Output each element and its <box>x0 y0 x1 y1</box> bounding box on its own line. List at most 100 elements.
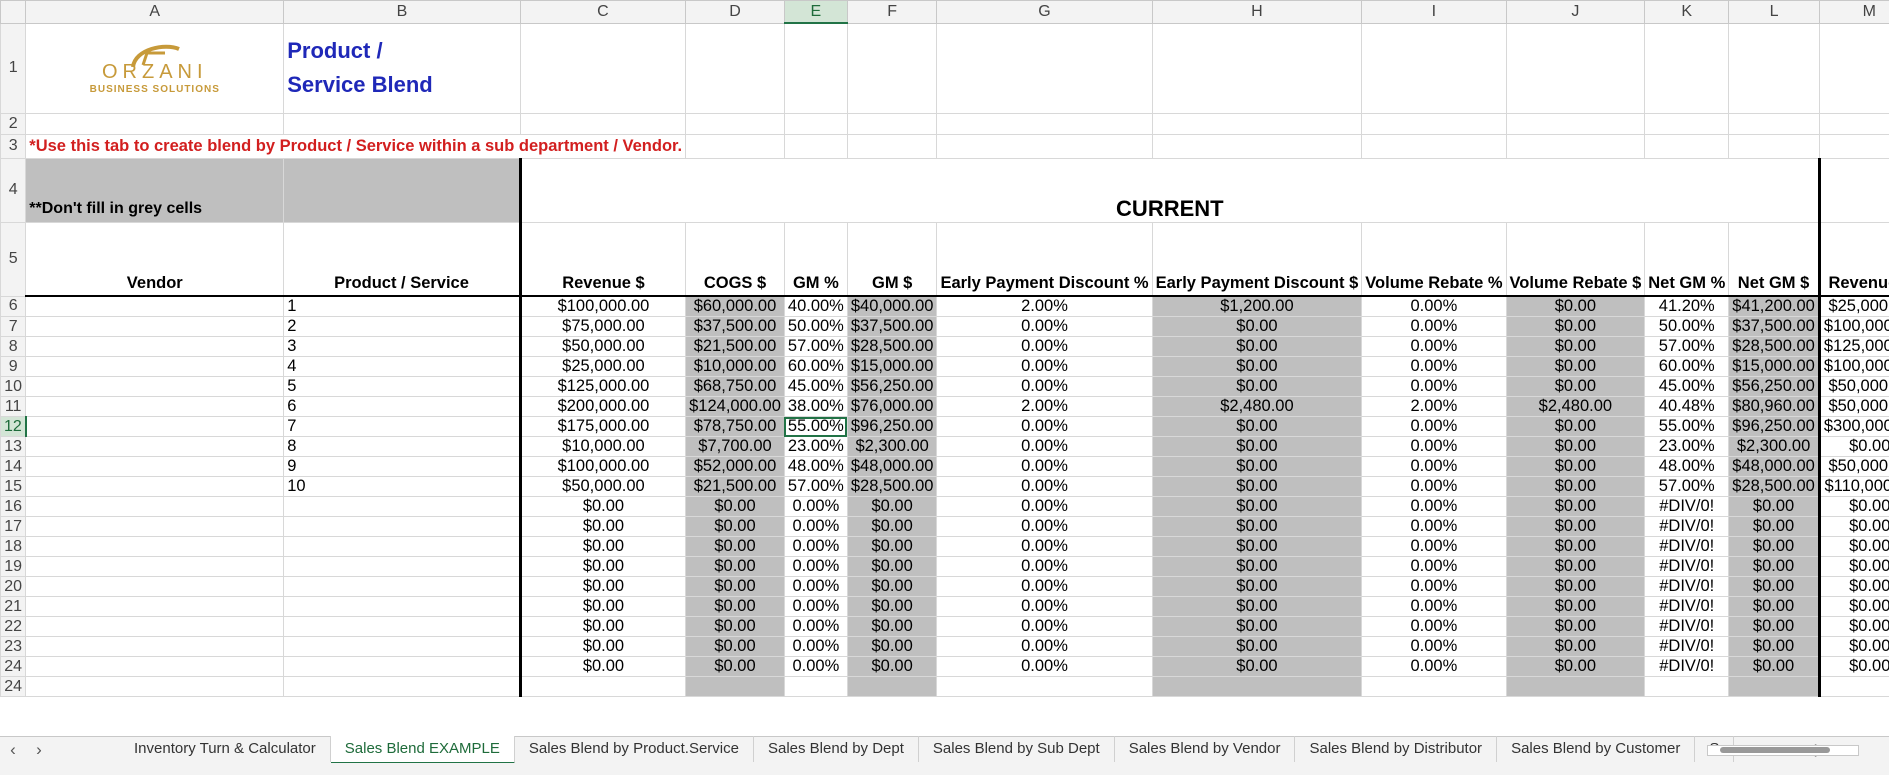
cell-j[interactable]: $0.00 <box>1505 476 1646 497</box>
cell-d[interactable]: $0.00 <box>685 656 785 677</box>
cell-a[interactable] <box>25 336 285 357</box>
next-sheet-icon[interactable]: › <box>26 740 52 760</box>
cell-e[interactable]: 0.00% <box>783 556 848 577</box>
cell-c[interactable]: $0.00 <box>518 656 687 677</box>
cell-i[interactable]: 2.00% <box>1361 396 1507 417</box>
cell-c[interactable]: $100,000.00 <box>518 295 687 317</box>
cell-c[interactable]: $0.00 <box>518 496 687 517</box>
cell[interactable] <box>519 112 687 135</box>
cell-c[interactable]: $0.00 <box>518 556 687 577</box>
cell-c[interactable]: $0.00 <box>518 576 687 597</box>
column-header-i[interactable]: I <box>1361 0 1507 24</box>
cell[interactable] <box>1151 676 1363 697</box>
cell-b[interactable]: 5 <box>283 376 521 397</box>
cell-f[interactable]: $2,300.00 <box>846 436 938 457</box>
cell-d[interactable]: $124,000.00 <box>685 396 785 417</box>
cell[interactable] <box>1151 22 1363 114</box>
cell-b[interactable] <box>283 596 521 617</box>
cell-e[interactable]: 45.00% <box>783 376 848 397</box>
cell-i[interactable]: 0.00% <box>1361 316 1507 337</box>
sheet-tab[interactable]: Sales Blend by Dept <box>754 736 919 762</box>
cell[interactable] <box>1361 133 1507 159</box>
cell[interactable] <box>1818 22 1889 114</box>
cell-f[interactable]: $0.00 <box>846 616 938 637</box>
cell[interactable] <box>1728 112 1820 135</box>
cell[interactable] <box>936 22 1153 114</box>
cell-a[interactable] <box>25 376 285 397</box>
cell-table[interactable]: ABCDEFGHIJKLMNOPQ 1FORZANIBUSINESS SOLUT… <box>0 0 1889 697</box>
cell-b[interactable]: 1 <box>283 295 521 317</box>
cell-h[interactable]: $0.00 <box>1151 456 1363 477</box>
cell-i[interactable]: 0.00% <box>1361 456 1507 477</box>
cell[interactable] <box>25 112 285 135</box>
cell-l[interactable]: $0.00 <box>1728 656 1820 677</box>
cell-c[interactable]: $75,000.00 <box>518 316 687 337</box>
cell[interactable] <box>1728 676 1820 697</box>
cell-c[interactable]: $200,000.00 <box>518 396 687 417</box>
cell[interactable] <box>783 112 848 135</box>
cell-i[interactable]: 0.00% <box>1361 536 1507 557</box>
cell-i[interactable]: 0.00% <box>1361 356 1507 377</box>
cell[interactable] <box>283 676 521 697</box>
cell-e[interactable]: 0.00% <box>783 576 848 597</box>
cell-b[interactable] <box>283 576 521 597</box>
cell-l[interactable]: $80,960.00 <box>1728 396 1820 417</box>
cell[interactable] <box>1151 133 1363 159</box>
cell-b[interactable] <box>283 516 521 537</box>
cell-j[interactable]: $0.00 <box>1505 436 1646 457</box>
cell-j[interactable]: $0.00 <box>1505 536 1646 557</box>
cell-i[interactable]: 0.00% <box>1361 376 1507 397</box>
cell-d[interactable]: $0.00 <box>685 636 785 657</box>
cell-a[interactable] <box>25 356 285 377</box>
cell-h[interactable]: $0.00 <box>1151 556 1363 577</box>
cell-g[interactable]: 0.00% <box>936 316 1153 337</box>
cell-e[interactable]: 23.00% <box>783 436 848 457</box>
cell-h[interactable]: $0.00 <box>1151 336 1363 357</box>
cell-m[interactable]: $50,000.00 <box>1817 396 1889 417</box>
cell-c[interactable]: $0.00 <box>518 596 687 617</box>
cell-d[interactable]: $0.00 <box>685 596 785 617</box>
prev-sheet-icon[interactable]: ‹ <box>0 740 26 760</box>
cell[interactable] <box>283 157 521 223</box>
cell-f[interactable]: $0.00 <box>846 656 938 677</box>
cell-m[interactable]: $125,000.00 <box>1817 336 1889 357</box>
cell-g[interactable]: 0.00% <box>936 596 1153 617</box>
row-header[interactable]: 14 <box>0 456 27 477</box>
cell-j[interactable]: $0.00 <box>1505 656 1646 677</box>
cell-b[interactable]: 2 <box>283 316 521 337</box>
cell-l[interactable]: $37,500.00 <box>1728 316 1820 337</box>
cell-b[interactable]: 8 <box>283 436 521 457</box>
cell-g[interactable]: 0.00% <box>936 416 1153 437</box>
cell-d[interactable]: $78,750.00 <box>685 416 785 437</box>
cell-g[interactable]: 0.00% <box>936 556 1153 577</box>
cell-f[interactable]: $0.00 <box>846 516 938 537</box>
row-header[interactable]: 5 <box>0 221 27 297</box>
cell[interactable] <box>1505 22 1646 114</box>
cell-k[interactable]: #DIV/0! <box>1644 616 1730 637</box>
cell[interactable] <box>1361 676 1507 697</box>
cell-g[interactable]: 0.00% <box>936 356 1153 377</box>
cell-i[interactable]: 0.00% <box>1361 436 1507 457</box>
cell-f[interactable]: $0.00 <box>846 636 938 657</box>
cell-d[interactable]: $68,750.00 <box>685 376 785 397</box>
row-header[interactable]: 24 <box>0 676 27 697</box>
cell-a[interactable] <box>25 416 285 437</box>
cell-l[interactable]: $28,500.00 <box>1728 336 1820 357</box>
cell-a[interactable] <box>25 396 285 417</box>
cell-f[interactable]: $40,000.00 <box>846 295 938 317</box>
cell-c[interactable]: $125,000.00 <box>518 376 687 397</box>
row-header[interactable]: 23 <box>0 636 27 657</box>
column-header-d[interactable]: D <box>685 0 785 24</box>
cell-i[interactable]: 0.00% <box>1361 596 1507 617</box>
cell[interactable] <box>519 22 687 114</box>
sheet-tab[interactable]: Sales Blend by Vendor <box>1115 736 1296 762</box>
cell-g[interactable]: 2.00% <box>936 295 1153 317</box>
cell-h[interactable]: $0.00 <box>1151 656 1363 677</box>
column-header-h[interactable]: H <box>1151 0 1363 24</box>
row-header[interactable]: 13 <box>0 436 27 457</box>
row-header[interactable]: 19 <box>0 556 27 577</box>
cell-e[interactable]: 60.00% <box>783 356 848 377</box>
cell-k[interactable]: #DIV/0! <box>1644 496 1730 517</box>
cell-h[interactable]: $0.00 <box>1151 516 1363 537</box>
cell-h[interactable]: $0.00 <box>1151 316 1363 337</box>
